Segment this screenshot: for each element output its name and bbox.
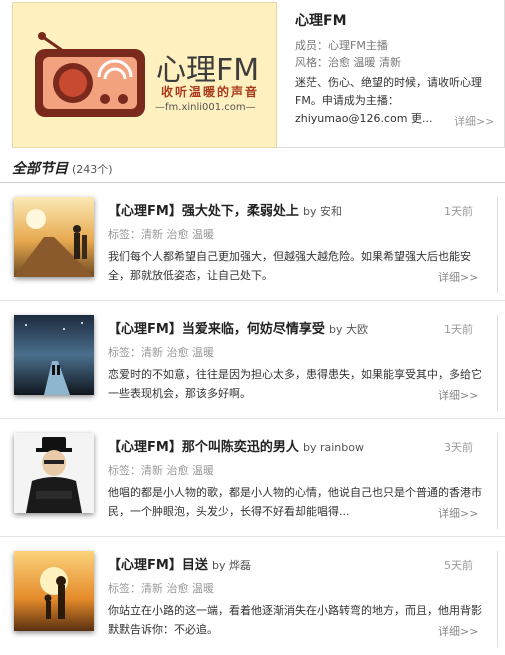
program-thumbnail[interactable]: [14, 551, 94, 631]
section-title: 全部节目: [12, 161, 68, 177]
program-description: 恋爱时的不如意，往往是因为担心太多，患得患失，如果能享受其中，多给它一些表现机会…: [108, 368, 482, 400]
program-title-text[interactable]: 【心理FM】强大处下，柔弱处上: [108, 204, 299, 219]
program-title[interactable]: 【心理FM】那个叫陈奕迅的男人 by rainbow: [108, 436, 364, 455]
station-style: 风格：治愈 温暖 清新: [295, 54, 401, 70]
program-title-text[interactable]: 【心理FM】目送: [108, 558, 208, 573]
owner-label: 成员：: [295, 39, 328, 52]
program-more-link[interactable]: 详细>>: [436, 623, 479, 639]
section-heading: 全部节目 (243个): [12, 158, 113, 178]
program-tags: 标签：清新 治愈 温暖: [108, 228, 214, 241]
divider: [497, 315, 498, 411]
walking-couple-photo-icon: [14, 197, 94, 277]
program-author[interactable]: by 烨磊: [212, 559, 251, 572]
program-tags: 标签：清新 治愈 温暖: [108, 464, 214, 477]
program-more-link[interactable]: 详细>>: [436, 269, 479, 285]
section-count: (243个): [72, 163, 113, 176]
night-path-photo-icon: [14, 315, 94, 395]
station-header: 心理FM 收听温暖的声音 —fm.xinli001.com— 心理FM 成员：心…: [0, 0, 505, 150]
program-title-text[interactable]: 【心理FM】当爱来临，何妨尽情享受: [108, 322, 325, 337]
station-owner: 成员：心理FM主播: [295, 37, 388, 53]
program-title-text[interactable]: 【心理FM】那个叫陈奕迅的男人: [108, 440, 299, 455]
program-thumbnail[interactable]: [14, 315, 94, 395]
program-thumbnail[interactable]: [14, 197, 94, 277]
program-title[interactable]: 【心理FM】目送 by 烨磊: [108, 554, 251, 573]
program-item: 【心理FM】强大处下，柔弱处上 by 安和 1天前 标签：清新 治愈 温暖 我们…: [0, 183, 505, 301]
program-author[interactable]: by 安和: [303, 205, 342, 218]
program-time: 5天前: [444, 559, 473, 572]
program-time: 1天前: [444, 205, 473, 218]
station-logo[interactable]: 心理FM 收听温暖的声音 —fm.xinli001.com—: [12, 2, 277, 148]
program-description: 我们每个人都希望自己更加强大，但越强大越危险。如果希望强大后也能安全，那就放低姿…: [108, 250, 471, 282]
program-item: 【心理FM】当爱来临，何妨尽情享受 by 大欧 1天前 标签：清新 治愈 温暖 …: [0, 301, 505, 419]
program-title[interactable]: 【心理FM】强大处下，柔弱处上 by 安和: [108, 200, 342, 219]
program-more-link[interactable]: 详细>>: [436, 387, 479, 403]
station-info: 心理FM 成员：心理FM主播 风格：治愈 温暖 清新 迷茫、伤心、绝望的时候，请…: [277, 0, 505, 148]
program-thumbnail[interactable]: [14, 433, 94, 513]
program-title[interactable]: 【心理FM】当爱来临，何妨尽情享受 by 大欧: [108, 318, 368, 337]
station-more-link[interactable]: 详细>>: [454, 113, 494, 129]
style-value[interactable]: 治愈 温暖 清新: [328, 56, 401, 69]
logo-slogan: 收听温暖的声音: [161, 85, 260, 99]
program-author[interactable]: by 大欧: [329, 323, 368, 336]
program-description: 你站立在小路的这一端，看着他逐渐消失在小路转弯的地方，而且，他用背影默默告诉你：…: [108, 604, 482, 636]
program-description: 他唱的都是小人物的歌，都是小人物的心情，他说自己也只是个普通的香港市民，一个肿眼…: [108, 486, 482, 518]
singer-portrait-photo-icon: [14, 433, 94, 513]
program-author[interactable]: by rainbow: [303, 441, 364, 454]
owner-value[interactable]: 心理FM主播: [328, 39, 388, 52]
program-tags: 标签：清新 治愈 温暖: [108, 346, 214, 359]
program-time: 3天前: [444, 441, 473, 454]
divider: [497, 433, 498, 529]
logo-url: —fm.xinli001.com—: [155, 102, 256, 113]
style-label: 风格：: [295, 56, 328, 69]
divider: [497, 551, 498, 647]
sunset-parent-child-photo-icon: [14, 551, 94, 631]
program-item: 【心理FM】目送 by 烨磊 5天前 标签：清新 治愈 温暖 你站立在小路的这一…: [0, 537, 505, 655]
program-item: 【心理FM】那个叫陈奕迅的男人 by rainbow 3天前 标签：清新 治愈 …: [0, 419, 505, 537]
station-title[interactable]: 心理FM: [295, 10, 347, 30]
divider: [497, 197, 498, 293]
program-tags: 标签：清新 治愈 温暖: [108, 582, 214, 595]
program-time: 1天前: [444, 323, 473, 336]
program-more-link[interactable]: 详细>>: [436, 505, 479, 521]
